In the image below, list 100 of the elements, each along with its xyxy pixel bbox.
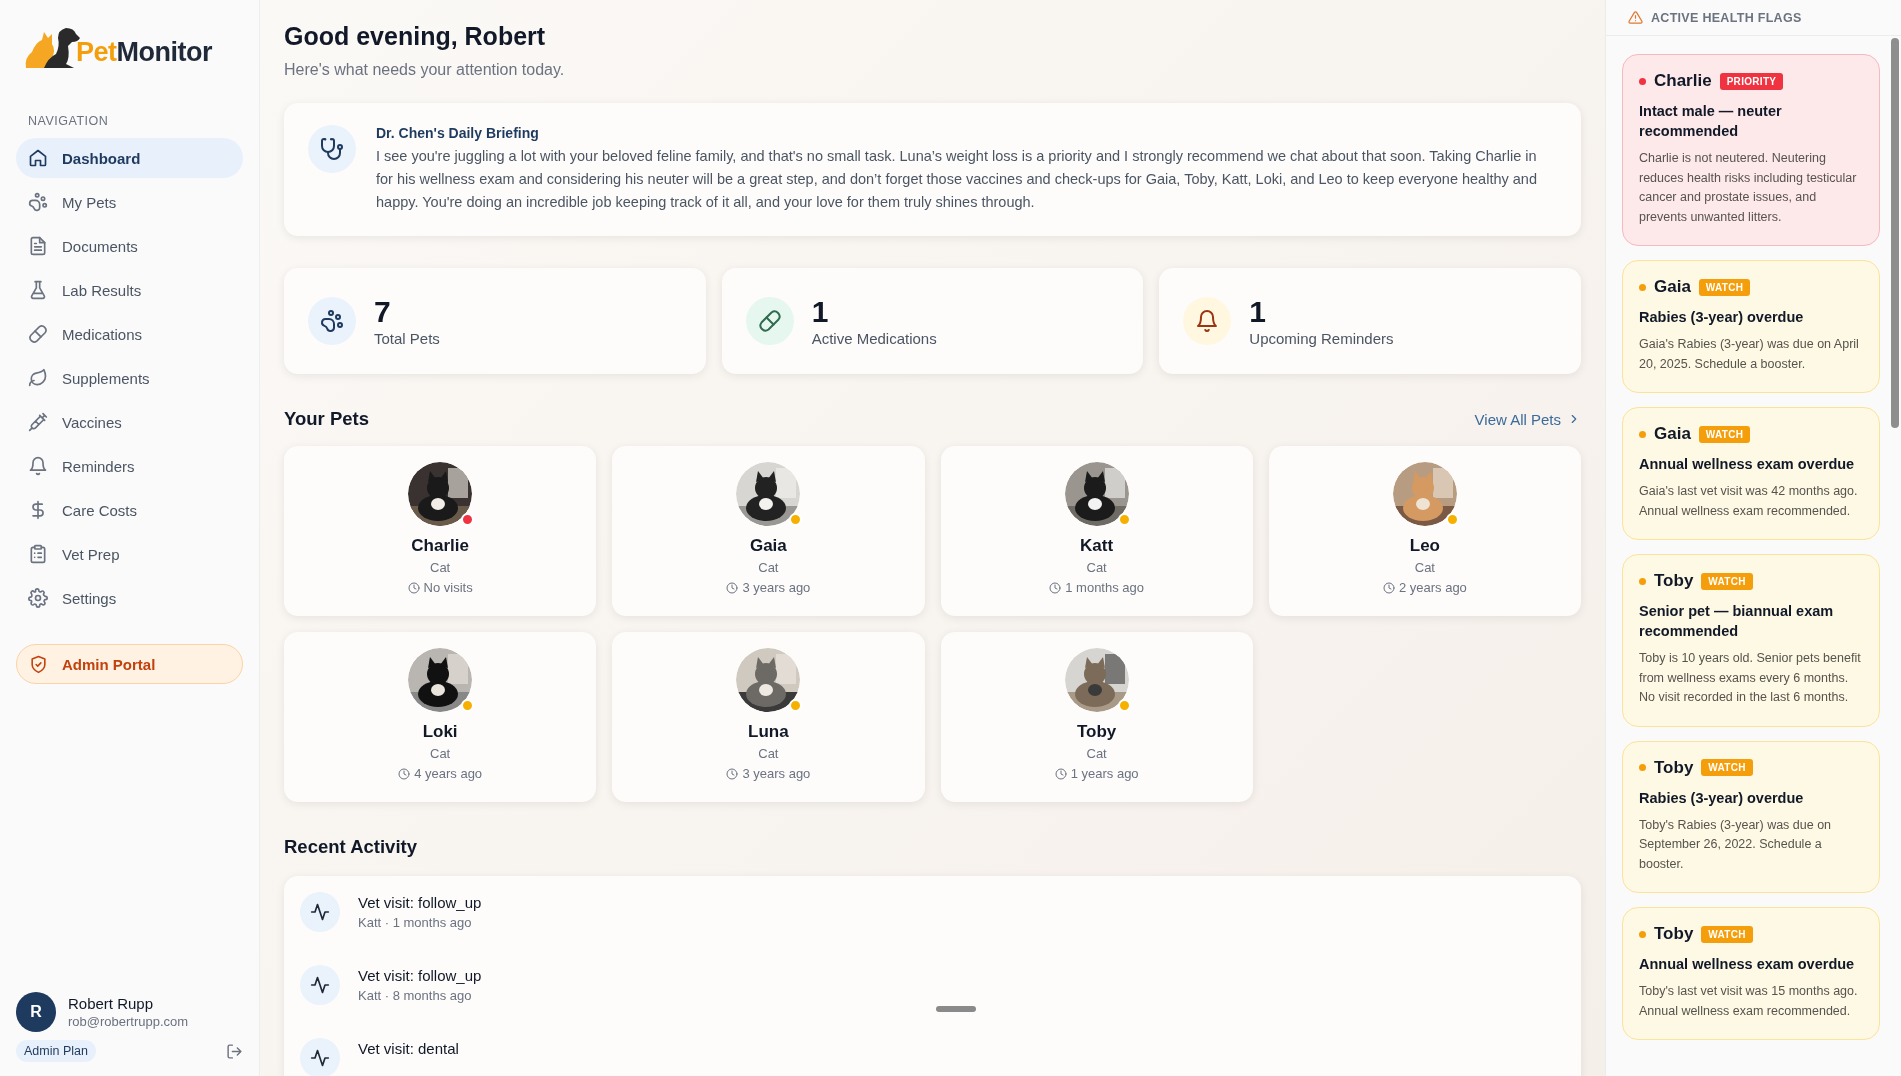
- admin-portal-button[interactable]: Admin Portal: [16, 644, 243, 684]
- clipboard-icon: [28, 544, 48, 564]
- health-flag-card[interactable]: Gaia WATCH Rabies (3-year) overdue Gaia's Rabies (3-year) was due on April 20, 2025. Schedule a booster.: [1622, 260, 1880, 393]
- pulse-icon: [310, 1048, 330, 1068]
- flag-title: Annual wellness exam overdue: [1639, 455, 1856, 474]
- pet-card[interactable]: Toby Cat 1 years ago: [940, 632, 1253, 802]
- nav-item[interactable]: Settings: [16, 578, 243, 618]
- activity-title: Vet visit: follow_up: [358, 967, 482, 984]
- nav-item[interactable]: Medications: [16, 314, 243, 354]
- pet-card[interactable]: Loki Cat 4 years ago: [284, 632, 597, 802]
- nav-item[interactable]: Lab Results: [16, 270, 243, 310]
- pet-name: Gaia: [749, 536, 787, 556]
- pill-icon: [28, 324, 48, 344]
- pet-card[interactable]: Katt Cat 1 months ago: [940, 446, 1253, 616]
- severity-badge: WATCH: [1698, 278, 1751, 296]
- pet-species: Cat: [758, 560, 779, 575]
- nav-item[interactable]: Reminders: [16, 446, 243, 486]
- stat-value: 1: [1249, 295, 1267, 328]
- paw-icon: [320, 309, 344, 333]
- section-title: Your Pets: [284, 408, 369, 430]
- status-dot: [1639, 77, 1646, 85]
- pet-species: Cat: [430, 746, 451, 761]
- last-visit: 4 years ago: [414, 766, 483, 781]
- user-avatar: R: [16, 992, 56, 1032]
- flask-icon: [28, 280, 48, 300]
- last-visit: 1 months ago: [1065, 580, 1144, 595]
- pet-name: Gaia: [1654, 277, 1691, 297]
- status-dot: [1639, 930, 1646, 938]
- pet-card[interactable]: Charlie Cat No visits: [284, 446, 597, 616]
- house-icon: [28, 148, 48, 168]
- section-label: NAVIGATION: [28, 114, 110, 128]
- flag-title: Senior pet — biannual exam recommended: [1639, 602, 1835, 641]
- pet-species: Cat: [758, 746, 779, 761]
- drag-handle[interactable]: [936, 1006, 976, 1012]
- pet-card[interactable]: Gaia Cat 3 years ago: [612, 446, 925, 616]
- health-flag-card[interactable]: Toby WATCH Rabies (3-year) overdue Toby's Rabies (3-year) was due on September 26, 2022. Schedule a booster.: [1622, 740, 1880, 893]
- last-visit: 3 years ago: [742, 766, 811, 781]
- shield-icon: [29, 654, 48, 674]
- last-visit: No visits: [423, 580, 473, 595]
- flag-text: Toby is 10 years old. Senior pets benefit from wellness exams every 6 months. No visit recorded in the last 6 months.: [1639, 650, 1862, 706]
- pet-name: Toby: [1076, 722, 1117, 742]
- stat-label: Upcoming Reminders: [1249, 329, 1394, 347]
- stat-label: Total Pets: [374, 329, 440, 347]
- pet-species: Cat: [1086, 560, 1107, 575]
- pet-species: Cat: [1086, 746, 1107, 761]
- health-flag-card[interactable]: Toby WATCH Senior pet — biannual exam recommended Toby is 10 years old. Senior pets benefit from wellness exams every 6 months. No visit recorded in the last 6 months.: [1622, 554, 1880, 727]
- briefing-text: I see you're juggling a lot with your beloved feline family, and that's no small task. Luna’s weight loss is a priority and I strongly recommend we chat about that soon. Taking Charlie in for his wellness exam and considering his neuter will be a great step, and don’t forget those vaccines and check-ups for Gaia, Toby, Katt, Loki, and Leo to keep everyone healthy and happy. You're doing an incredible job keeping track of it all, and your love for them truly shines through.: [376, 147, 1538, 212]
- user-name: Robert Rupp: [68, 995, 155, 1012]
- flag-text: Toby's Rabies (3-year) was due on September 26, 2022. Schedule a booster.: [1639, 816, 1833, 873]
- severity-badge: WATCH: [1701, 572, 1753, 590]
- bell-icon: [28, 456, 48, 476]
- clock-icon: [1382, 581, 1395, 594]
- health-flag-card[interactable]: Toby WATCH Annual wellness exam overdue Toby's last vet visit was 15 months ago. Annual wellness exam recommended.: [1622, 907, 1880, 1040]
- pet-name: Toby: [1654, 757, 1694, 778]
- pet-card[interactable]: Luna Cat 3 years ago: [612, 632, 925, 802]
- clock-icon: [726, 767, 739, 780]
- clock-icon: [726, 581, 739, 594]
- stethoscope-icon: [320, 137, 344, 161]
- pet-name: Toby: [1654, 924, 1694, 944]
- logo-text: PetMonitor: [76, 37, 212, 68]
- nav-item[interactable]: My Pets: [16, 182, 243, 222]
- activity-title: Vet visit: dental: [358, 1040, 459, 1057]
- plan-badge: Admin Plan: [16, 1040, 96, 1062]
- greeting-subtitle: Here's what needs your attention today.: [284, 61, 566, 79]
- pet-name: Leo: [1409, 536, 1440, 556]
- clock-icon: [407, 581, 420, 594]
- nav-item[interactable]: Supplements: [16, 358, 243, 398]
- pet-card[interactable]: Leo Cat 2 years ago: [1268, 446, 1581, 616]
- stat-label: Active Medications: [811, 329, 937, 347]
- section-title: Recent Activity: [284, 836, 417, 858]
- last-visit: 1 years ago: [1070, 766, 1139, 781]
- bell-icon: [1195, 309, 1220, 333]
- nav-item[interactable]: Vaccines: [16, 402, 243, 442]
- health-flag-card[interactable]: Gaia WATCH Annual wellness exam overdue Gaia's last vet visit was 42 months ago. Annual wellness exam recommended.: [1622, 407, 1880, 540]
- health-flag-card[interactable]: Charlie PRIORITY Intact male — neuter recommended Charlie is not neutered. Neutering reduces health risks including testicular cancer and prostate issues, and prevents unwanted litters.: [1622, 54, 1880, 246]
- leaf-icon: [28, 368, 48, 388]
- stat-value: 7: [374, 295, 392, 328]
- pill-icon: [757, 309, 782, 333]
- pulse-icon: [310, 902, 330, 922]
- nav-item[interactable]: Vet Prep: [16, 534, 243, 574]
- activity-meta: Katt · 8 months ago: [358, 988, 473, 1003]
- nav-item[interactable]: Documents: [16, 226, 243, 266]
- panel-title: ACTIVE HEALTH FLAGS: [1651, 10, 1802, 25]
- pet-name: Charlie: [411, 536, 469, 556]
- pet-name: Loki: [422, 722, 458, 742]
- view-all-link[interactable]: View All Pets: [1474, 410, 1581, 428]
- nav-item[interactable]: Care Costs: [16, 490, 243, 530]
- pet-name: Luna: [748, 722, 789, 742]
- pet-name: Toby: [1654, 571, 1694, 591]
- last-visit: 3 years ago: [742, 580, 811, 595]
- nav-item[interactable]: Dashboard: [16, 138, 243, 178]
- severity-badge: PRIORITY: [1719, 72, 1784, 90]
- briefing-title: Dr. Chen's Daily Briefing: [376, 125, 540, 141]
- last-visit: 2 years ago: [1398, 580, 1467, 595]
- flag-text: Charlie is not neutered. Neutering reduces health risks including testicular cancer and prostate issues, and prevents unwanted litters.: [1639, 150, 1858, 226]
- pet-name: Gaia: [1654, 424, 1691, 444]
- logout-icon[interactable]: [226, 1042, 243, 1060]
- settings-icon: [28, 588, 48, 608]
- stat-value: 1: [811, 295, 830, 328]
- pet-species: Cat: [430, 560, 451, 575]
